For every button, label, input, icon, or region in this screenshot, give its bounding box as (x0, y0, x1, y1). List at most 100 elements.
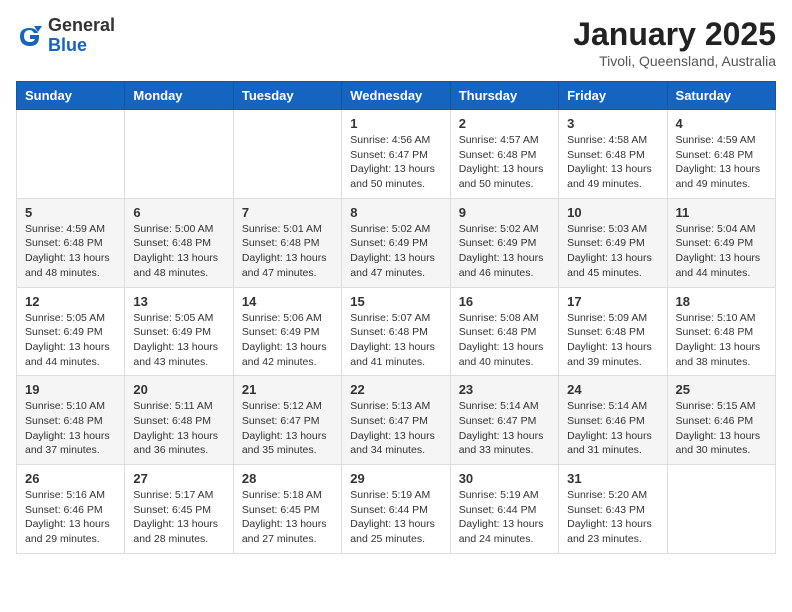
cell-content: Sunrise: 5:19 AM Sunset: 6:44 PM Dayligh… (350, 488, 441, 547)
weekday-header-monday: Monday (125, 82, 233, 110)
weekday-header-wednesday: Wednesday (342, 82, 450, 110)
cell-content: Sunrise: 5:19 AM Sunset: 6:44 PM Dayligh… (459, 488, 550, 547)
day-number: 3 (567, 116, 658, 131)
cell-content: Sunrise: 5:14 AM Sunset: 6:46 PM Dayligh… (567, 399, 658, 458)
cell-content: Sunrise: 5:05 AM Sunset: 6:49 PM Dayligh… (25, 311, 116, 370)
calendar-cell: 8 Sunrise: 5:02 AM Sunset: 6:49 PM Daylig… (342, 198, 450, 287)
week-row-3: 12 Sunrise: 5:05 AM Sunset: 6:49 PM Dayli… (17, 287, 776, 376)
calendar-cell (667, 465, 775, 554)
calendar-cell: 2Sunrise: 4:57 AM Sunset: 6:48 PM Daylig… (450, 110, 558, 199)
week-row-5: 26 Sunrise: 5:16 AM Sunset: 6:46 PM Dayli… (17, 465, 776, 554)
cell-content: Sunrise: 5:08 AM Sunset: 6:48 PM Dayligh… (459, 311, 550, 370)
logo-blue: Blue (48, 35, 87, 55)
calendar-cell: 4 Sunrise: 4:59 AM Sunset: 6:48 PM Daylig… (667, 110, 775, 199)
cell-content: Sunrise: 5:04 AM Sunset: 6:49 PM Dayligh… (676, 222, 767, 281)
day-number: 31 (567, 471, 658, 486)
calendar-cell: 7 Sunrise: 5:01 AM Sunset: 6:48 PM Daylig… (233, 198, 341, 287)
weekday-header-tuesday: Tuesday (233, 82, 341, 110)
cell-content: Sunrise: 4:58 AM Sunset: 6:48 PM Dayligh… (567, 133, 658, 192)
day-number: 24 (567, 382, 658, 397)
cell-content: Sunrise: 5:15 AM Sunset: 6:46 PM Dayligh… (676, 399, 767, 458)
logo-text: General Blue (48, 16, 115, 56)
calendar-cell: 10Sunrise: 5:03 AM Sunset: 6:49 PM Dayli… (559, 198, 667, 287)
cell-content: Sunrise: 5:20 AM Sunset: 6:43 PM Dayligh… (567, 488, 658, 547)
cell-content: Sunrise: 5:01 AM Sunset: 6:48 PM Dayligh… (242, 222, 333, 281)
calendar-cell: 27 Sunrise: 5:17 AM Sunset: 6:45 PM Dayli… (125, 465, 233, 554)
day-number: 20 (133, 382, 224, 397)
cell-content: Sunrise: 5:17 AM Sunset: 6:45 PM Dayligh… (133, 488, 224, 547)
calendar-cell: 11 Sunrise: 5:04 AM Sunset: 6:49 PM Dayli… (667, 198, 775, 287)
day-number: 26 (25, 471, 116, 486)
day-number: 2 (459, 116, 550, 131)
cell-content: Sunrise: 4:56 AM Sunset: 6:47 PM Dayligh… (350, 133, 441, 192)
calendar-cell: 12 Sunrise: 5:05 AM Sunset: 6:49 PM Dayli… (17, 287, 125, 376)
calendar-cell: 5Sunrise: 4:59 AM Sunset: 6:48 PM Daylig… (17, 198, 125, 287)
calendar-cell: 29 Sunrise: 5:19 AM Sunset: 6:44 PM Dayli… (342, 465, 450, 554)
day-number: 4 (676, 116, 767, 131)
day-number: 17 (567, 294, 658, 309)
week-row-2: 5Sunrise: 4:59 AM Sunset: 6:48 PM Daylig… (17, 198, 776, 287)
cell-content: Sunrise: 5:05 AM Sunset: 6:49 PM Dayligh… (133, 311, 224, 370)
day-number: 30 (459, 471, 550, 486)
cell-content: Sunrise: 5:09 AM Sunset: 6:48 PM Dayligh… (567, 311, 658, 370)
calendar-cell: 24 Sunrise: 5:14 AM Sunset: 6:46 PM Dayli… (559, 376, 667, 465)
day-number: 15 (350, 294, 441, 309)
calendar-cell: 26 Sunrise: 5:16 AM Sunset: 6:46 PM Dayli… (17, 465, 125, 554)
day-number: 22 (350, 382, 441, 397)
day-number: 1 (350, 116, 441, 131)
cell-content: Sunrise: 5:16 AM Sunset: 6:46 PM Dayligh… (25, 488, 116, 547)
calendar-cell: 15Sunrise: 5:07 AM Sunset: 6:48 PM Dayli… (342, 287, 450, 376)
calendar-cell: 22 Sunrise: 5:13 AM Sunset: 6:47 PM Dayli… (342, 376, 450, 465)
day-number: 12 (25, 294, 116, 309)
day-number: 11 (676, 205, 767, 220)
cell-content: Sunrise: 5:02 AM Sunset: 6:49 PM Dayligh… (459, 222, 550, 281)
title-block: January 2025 Tivoli, Queensland, Austral… (573, 16, 776, 69)
day-number: 27 (133, 471, 224, 486)
weekday-header-sunday: Sunday (17, 82, 125, 110)
day-number: 10 (567, 205, 658, 220)
cell-content: Sunrise: 5:13 AM Sunset: 6:47 PM Dayligh… (350, 399, 441, 458)
cell-content: Sunrise: 5:12 AM Sunset: 6:47 PM Dayligh… (242, 399, 333, 458)
cell-content: Sunrise: 5:00 AM Sunset: 6:48 PM Dayligh… (133, 222, 224, 281)
day-number: 25 (676, 382, 767, 397)
calendar-cell: 31 Sunrise: 5:20 AM Sunset: 6:43 PM Dayli… (559, 465, 667, 554)
cell-content: Sunrise: 5:10 AM Sunset: 6:48 PM Dayligh… (676, 311, 767, 370)
calendar-cell (233, 110, 341, 199)
calendar-cell: 17 Sunrise: 5:09 AM Sunset: 6:48 PM Dayli… (559, 287, 667, 376)
calendar-cell: 23 Sunrise: 5:14 AM Sunset: 6:47 PM Dayli… (450, 376, 558, 465)
day-number: 23 (459, 382, 550, 397)
cell-content: Sunrise: 5:10 AM Sunset: 6:48 PM Dayligh… (25, 399, 116, 458)
day-number: 7 (242, 205, 333, 220)
day-number: 21 (242, 382, 333, 397)
week-row-1: 1 Sunrise: 4:56 AM Sunset: 6:47 PM Daylig… (17, 110, 776, 199)
weekday-header-friday: Friday (559, 82, 667, 110)
calendar-cell: 28Sunrise: 5:18 AM Sunset: 6:45 PM Dayli… (233, 465, 341, 554)
calendar-cell: 1 Sunrise: 4:56 AM Sunset: 6:47 PM Daylig… (342, 110, 450, 199)
cell-content: Sunrise: 5:02 AM Sunset: 6:49 PM Dayligh… (350, 222, 441, 281)
cell-content: Sunrise: 5:11 AM Sunset: 6:48 PM Dayligh… (133, 399, 224, 458)
cell-content: Sunrise: 4:59 AM Sunset: 6:48 PM Dayligh… (676, 133, 767, 192)
calendar-cell: 25 Sunrise: 5:15 AM Sunset: 6:46 PM Dayli… (667, 376, 775, 465)
logo: General Blue (16, 16, 115, 56)
logo-general: General (48, 15, 115, 35)
day-number: 5 (25, 205, 116, 220)
day-number: 18 (676, 294, 767, 309)
weekday-header-row: SundayMondayTuesdayWednesdayThursdayFrid… (17, 82, 776, 110)
calendar-cell (125, 110, 233, 199)
calendar-table: SundayMondayTuesdayWednesdayThursdayFrid… (16, 81, 776, 554)
calendar-cell (17, 110, 125, 199)
cell-content: Sunrise: 5:14 AM Sunset: 6:47 PM Dayligh… (459, 399, 550, 458)
calendar-cell: 13 Sunrise: 5:05 AM Sunset: 6:49 PM Dayli… (125, 287, 233, 376)
cell-content: Sunrise: 5:18 AM Sunset: 6:45 PM Dayligh… (242, 488, 333, 547)
calendar-cell: 21 Sunrise: 5:12 AM Sunset: 6:47 PM Dayli… (233, 376, 341, 465)
location: Tivoli, Queensland, Australia (573, 53, 776, 69)
calendar-cell: 16Sunrise: 5:08 AM Sunset: 6:48 PM Dayli… (450, 287, 558, 376)
day-number: 8 (350, 205, 441, 220)
day-number: 13 (133, 294, 224, 309)
day-number: 29 (350, 471, 441, 486)
calendar-cell: 19Sunrise: 5:10 AM Sunset: 6:48 PM Dayli… (17, 376, 125, 465)
day-number: 6 (133, 205, 224, 220)
weekday-header-thursday: Thursday (450, 82, 558, 110)
calendar-cell: 9Sunrise: 5:02 AM Sunset: 6:49 PM Daylig… (450, 198, 558, 287)
logo-icon (16, 22, 44, 50)
